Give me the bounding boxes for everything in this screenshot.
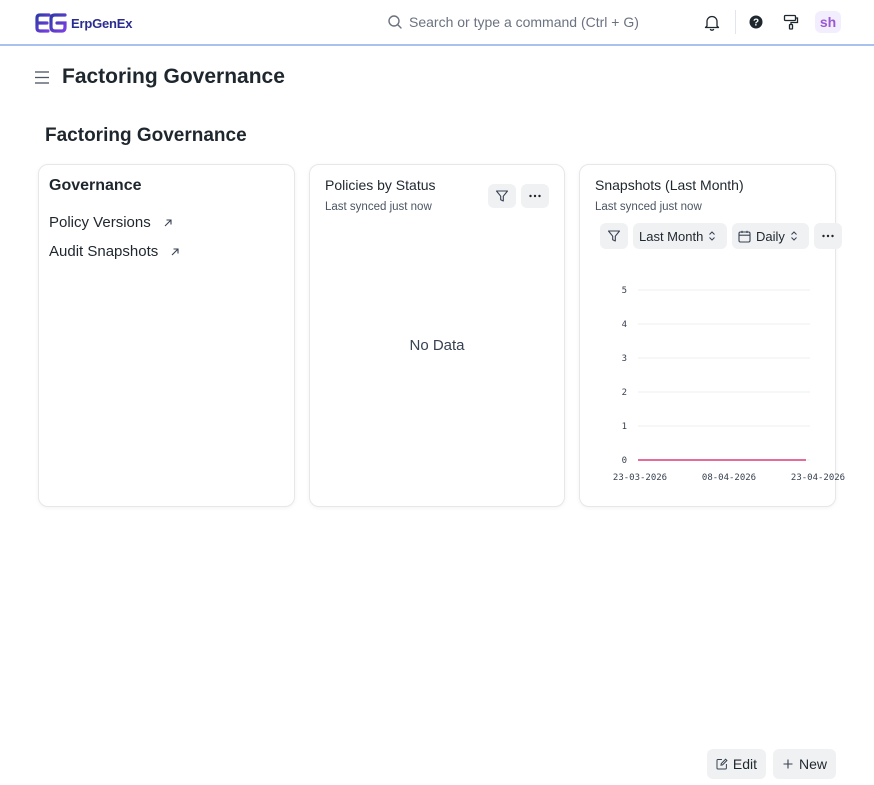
more-options-button[interactable]: [521, 184, 549, 208]
more-horizontal-icon: [529, 194, 541, 198]
svg-text:?: ?: [753, 18, 759, 29]
edit-label: Edit: [732, 756, 757, 772]
external-arrow-icon: [164, 218, 172, 226]
snapshots-line-chart: 0 1 2 3 4 5 23-03-2026 08-04-2026 23-04-2026: [613, 286, 845, 483]
link-label: Policy Versions: [49, 214, 151, 231]
x-tick-label: 23-03-2026: [613, 473, 667, 483]
section-title: Factoring Governance: [45, 125, 247, 146]
time-range-select[interactable]: Last Month: [633, 223, 727, 249]
governance-card: Governance Policy Versions Audit Snapsho…: [38, 164, 295, 507]
filter-icon: [495, 190, 509, 202]
filter-icon: [607, 230, 621, 242]
page-title: Factoring Governance: [62, 65, 285, 88]
search-bar[interactable]: [384, 8, 684, 36]
brand-name: ErpGenEx: [71, 15, 133, 31]
bell-icon[interactable]: [703, 13, 721, 31]
new-label: New: [798, 756, 827, 772]
y-tick-label: 2: [622, 388, 627, 398]
card-title: Snapshots (Last Month): [595, 177, 744, 193]
logo-mark-icon: [35, 13, 67, 33]
plus-icon: [783, 759, 793, 769]
audit-snapshots-link[interactable]: Audit Snapshots: [49, 243, 180, 260]
chevron-updown-icon: [709, 231, 716, 241]
hamburger-menu-icon[interactable]: [34, 70, 50, 85]
interval-select[interactable]: Daily: [732, 223, 809, 249]
governance-card-title: Governance: [49, 177, 142, 194]
edit-button[interactable]: Edit: [707, 749, 766, 779]
calendar-icon: [738, 230, 751, 243]
card-title: Policies by Status: [325, 177, 436, 193]
time-range-value: Last Month: [639, 228, 704, 244]
y-tick-label: 1: [622, 422, 627, 432]
policy-versions-link[interactable]: Policy Versions: [49, 214, 173, 231]
new-button[interactable]: New: [773, 749, 836, 779]
last-synced-text: Last synced just now: [595, 201, 702, 213]
user-avatar[interactable]: sh: [815, 11, 841, 33]
filter-button[interactable]: [488, 184, 516, 208]
more-options-button[interactable]: [814, 223, 842, 249]
navbar-divider: [735, 10, 736, 34]
x-tick-label: 23-04-2026: [791, 473, 845, 483]
filter-button[interactable]: [600, 223, 628, 249]
navbar: ErpGenEx ? sh: [0, 0, 874, 46]
more-horizontal-icon: [822, 234, 834, 238]
help-icon[interactable]: ?: [747, 13, 765, 31]
paint-roller-icon[interactable]: [782, 13, 800, 31]
no-data-message: No Data: [409, 337, 465, 354]
y-tick-label: 0: [622, 456, 627, 466]
y-tick-label: 4: [622, 320, 627, 330]
last-synced-text: Last synced just now: [325, 201, 432, 213]
edit-icon: [716, 758, 728, 770]
x-tick-label: 08-04-2026: [702, 473, 756, 483]
search-input[interactable]: [409, 14, 669, 30]
search-icon: [388, 15, 402, 29]
app-logo[interactable]: ErpGenEx: [35, 12, 132, 34]
chevron-updown-icon: [791, 231, 797, 241]
y-tick-label: 3: [622, 354, 627, 364]
interval-value: Daily: [756, 228, 785, 244]
snapshots-card: Snapshots (Last Month) Last synced just …: [579, 164, 845, 507]
policies-by-status-card: Policies by Status Last synced just now …: [309, 164, 565, 507]
link-label: Audit Snapshots: [49, 243, 159, 260]
y-tick-label: 5: [622, 286, 627, 296]
external-arrow-icon: [171, 247, 179, 255]
